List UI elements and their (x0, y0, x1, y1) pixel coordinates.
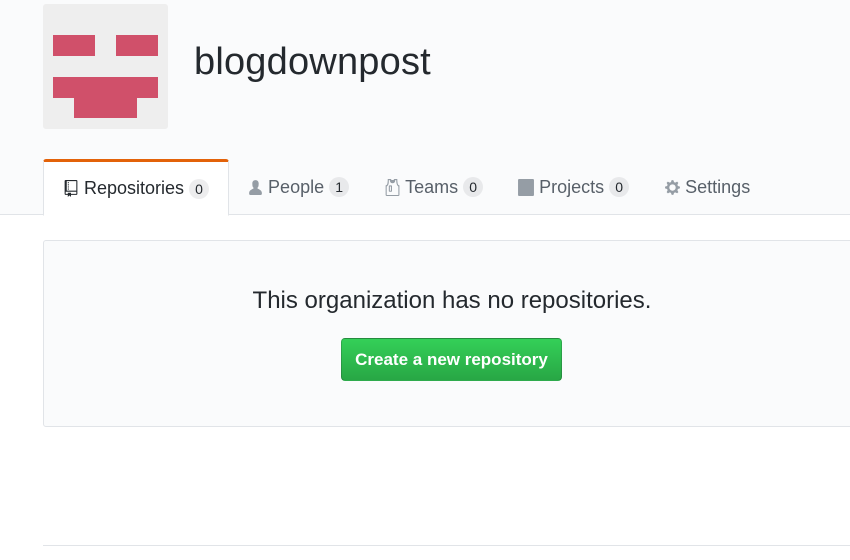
empty-message: This organization has no repositories. (252, 287, 652, 314)
tab-label: Repositories (84, 178, 185, 198)
avatar-pixel (53, 77, 158, 98)
org-avatar[interactable] (43, 4, 168, 129)
org-tabs: Repositories 0 People 1 Teams 0 Projects… (43, 159, 767, 216)
repo-icon (62, 180, 80, 198)
tab-label: Projects (539, 176, 605, 197)
tab-teams[interactable]: Teams 0 (366, 159, 500, 215)
avatar-pixel (74, 98, 137, 118)
tab-label: Settings (685, 176, 751, 197)
create-repository-button[interactable]: Create a new repository (341, 338, 562, 381)
tab-projects[interactable]: Projects 0 (500, 159, 646, 215)
person-icon (246, 178, 264, 196)
tab-repositories[interactable]: Repositories 0 (43, 159, 230, 216)
org-name: blogdownpost (194, 41, 431, 83)
tab-count: 1 (329, 177, 350, 197)
project-icon (517, 178, 535, 196)
tab-label: People (268, 176, 325, 197)
avatar-pixel (53, 35, 95, 56)
tab-count: 0 (609, 177, 630, 197)
jersey-icon (383, 178, 401, 196)
avatar-pixel (116, 35, 158, 56)
tab-people[interactable]: People 1 (229, 159, 366, 215)
gear-icon (663, 178, 681, 196)
org-header: blogdownpost Repositories 0 People 1 Tea… (0, 0, 850, 216)
tab-count: 0 (463, 177, 484, 197)
tab-settings[interactable]: Settings (646, 159, 767, 215)
empty-repositories-panel: This organization has no repositories. C… (43, 240, 850, 427)
tab-label: Teams (405, 176, 459, 197)
tab-count: 0 (189, 178, 210, 199)
footer-divider (43, 545, 850, 546)
